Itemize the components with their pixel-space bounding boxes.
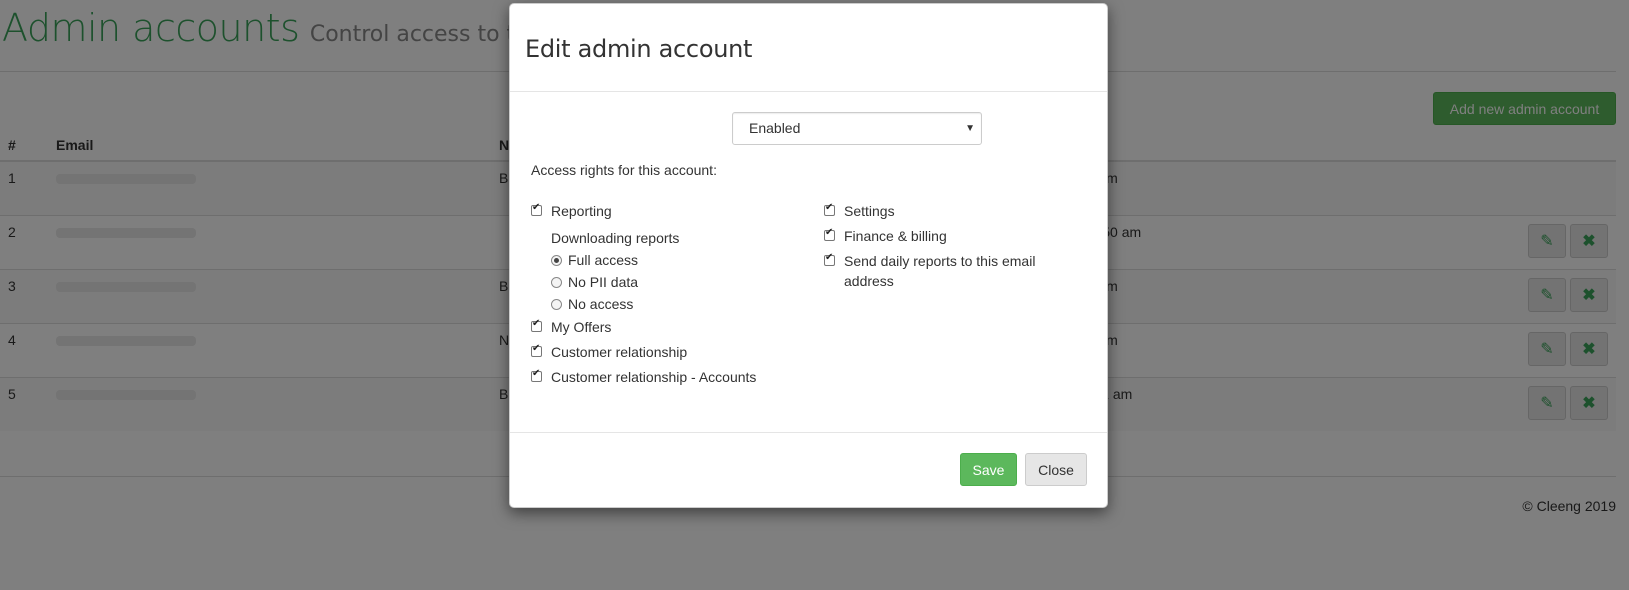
radio-full-access-input[interactable] bbox=[551, 254, 562, 266]
finance-billing-label: Finance & billing bbox=[844, 228, 947, 244]
reporting-option: Reporting bbox=[531, 202, 801, 227]
modal-header: Edit admin account bbox=[510, 4, 1107, 92]
close-button[interactable]: Close bbox=[1025, 453, 1087, 486]
my-offers-option: My Offers bbox=[531, 318, 801, 343]
downloading-reports-label: Downloading reports bbox=[551, 230, 680, 246]
settings-label: Settings bbox=[844, 203, 895, 219]
radio-no-access-label: No access bbox=[568, 296, 634, 312]
settings-checkbox[interactable] bbox=[824, 202, 835, 216]
modal-footer: Save Close bbox=[510, 433, 1107, 509]
finance-billing-checkbox[interactable] bbox=[824, 227, 835, 241]
radio-no-pii-data[interactable]: No PII data bbox=[531, 271, 801, 293]
status-select[interactable]: Enabled ▼ bbox=[732, 112, 982, 145]
customer-relationship-accounts-checkbox[interactable] bbox=[531, 368, 542, 382]
access-rights-right-column: Settings Finance & billing Send daily re… bbox=[824, 202, 1084, 291]
access-rights-left-column: Reporting Downloading reports Full acces… bbox=[531, 202, 801, 393]
chevron-down-icon: ▼ bbox=[965, 123, 975, 134]
my-offers-label: My Offers bbox=[551, 319, 612, 335]
radio-no-pii-data-input[interactable] bbox=[551, 276, 562, 288]
modal-title: Edit admin account bbox=[525, 35, 753, 63]
radio-full-access-label: Full access bbox=[568, 252, 639, 268]
access-rights-label: Access rights for this account: bbox=[531, 162, 717, 178]
daily-reports-option: Send daily reports to this email address bbox=[824, 252, 1084, 291]
radio-no-access[interactable]: No access bbox=[531, 293, 801, 315]
save-button[interactable]: Save bbox=[960, 453, 1017, 486]
radio-no-access-input[interactable] bbox=[551, 298, 562, 310]
status-select-value: Enabled bbox=[749, 120, 801, 136]
daily-reports-checkbox[interactable] bbox=[824, 252, 835, 266]
reporting-label: Reporting bbox=[551, 203, 612, 219]
edit-admin-account-modal: Edit admin account Enabled ▼ Access righ… bbox=[509, 3, 1108, 508]
finance-billing-option: Finance & billing bbox=[824, 227, 1084, 252]
radio-full-access[interactable]: Full access bbox=[531, 249, 801, 271]
reporting-checkbox[interactable] bbox=[531, 202, 542, 216]
customer-relationship-option: Customer relationship bbox=[531, 343, 801, 368]
customer-relationship-checkbox[interactable] bbox=[531, 343, 542, 357]
customer-relationship-label: Customer relationship bbox=[551, 344, 688, 360]
customer-relationship-accounts-option: Customer relationship - Accounts bbox=[531, 368, 801, 393]
customer-relationship-accounts-label: Customer relationship - Accounts bbox=[551, 369, 757, 385]
modal-body: Enabled ▼ Access rights for this account… bbox=[510, 92, 1107, 433]
my-offers-checkbox[interactable] bbox=[531, 318, 542, 332]
daily-reports-label: Send daily reports to this email address bbox=[844, 253, 1036, 289]
radio-no-pii-data-label: No PII data bbox=[568, 274, 639, 290]
settings-option: Settings bbox=[824, 202, 1084, 227]
